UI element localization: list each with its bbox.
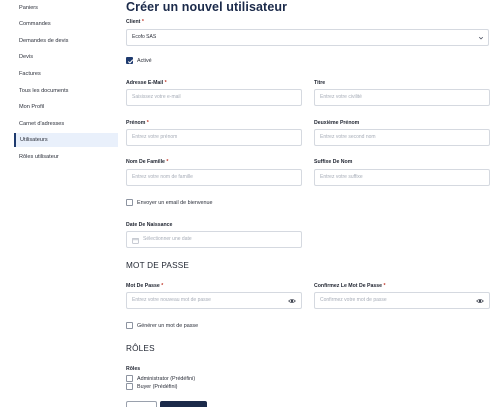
check-icon — [127, 59, 134, 64]
active-label: Activé — [137, 58, 152, 64]
calendar-icon — [132, 238, 139, 244]
welcome-email-checkbox[interactable] — [126, 199, 133, 206]
password-section-title: MOT DE PASSE — [126, 261, 190, 270]
create-button[interactable] — [160, 401, 207, 407]
sidebar-item-paniers[interactable]: Paniers — [14, 1, 118, 15]
email-label: Adresse E-Mail * — [126, 80, 167, 86]
confirm-password-label: Confirmez Le Mot De Passe * — [314, 283, 386, 289]
roles-label: Rôles — [126, 366, 141, 372]
nom-label: Nom De Famille * — [126, 159, 169, 165]
role-administrator-checkbox[interactable] — [126, 375, 133, 382]
sidebar-item-tous-les-documents[interactable]: Tous les documents — [14, 84, 118, 98]
role-buyer-checkbox[interactable] — [126, 383, 133, 390]
titre-field[interactable]: Entrez votre civilité — [314, 89, 490, 106]
generate-password-label: Générer un mot de passe — [137, 323, 199, 329]
titre-label: Titre — [314, 80, 326, 86]
suffixe-field[interactable]: Entrez votre suffixe — [314, 169, 490, 186]
naissance-field[interactable]: Sélectionner une date — [126, 231, 302, 248]
client-select[interactable]: Ecofo SAS — [126, 29, 489, 46]
prenom-field[interactable]: Entrez votre prénom — [126, 129, 302, 146]
sidebar-item-carnet-d-adresses[interactable]: Carnet d'adresses — [14, 117, 118, 131]
roles-section-title: RÔLES — [126, 344, 155, 353]
naissance-label: Date De Naissance — [126, 222, 173, 228]
prenom-label: Prénom * — [126, 120, 149, 126]
chevron-down-icon — [478, 36, 484, 40]
email-field[interactable]: Saisissez votre e-mail — [126, 89, 302, 106]
welcome-email-label: Envoyer un email de bienvenue — [137, 200, 213, 206]
deuxieme-prenom-label: Deuxième Prénom — [314, 120, 360, 126]
sidebar-item-factures[interactable]: Factures — [14, 67, 118, 81]
naissance-placeholder: Sélectionner une date — [143, 236, 192, 242]
eye-icon[interactable] — [476, 297, 484, 305]
confirm-password-field[interactable]: Confirmez votre mot de passe — [314, 292, 490, 309]
role-administrator-label: Administrator (Prédéfini) — [137, 376, 196, 382]
client-select-value: Ecofo SAS — [132, 34, 157, 40]
sidebar-item-devis[interactable]: Devis — [14, 50, 118, 64]
main-content: Créer un nouvel utilisateur Client * Eco… — [126, 0, 500, 407]
password-placeholder: Entrez votre nouveau mot de passe — [132, 297, 211, 303]
generate-password-checkbox[interactable] — [126, 322, 133, 329]
password-label: Mot De Passe * — [126, 283, 164, 289]
suffixe-label: Suffixe De Nom — [314, 159, 353, 165]
sidebar-item-mon-profil[interactable]: Mon Profil — [14, 100, 118, 114]
sidebar-item-commandes[interactable]: Commandes — [14, 17, 118, 31]
password-field[interactable]: Entrez votre nouveau mot de passe — [126, 292, 302, 309]
active-checkbox[interactable] — [126, 57, 134, 64]
confirm-password-placeholder: Confirmez votre mot de passe — [320, 297, 387, 303]
sidebar-item-roles-utilisateur[interactable]: Rôles utilisateur — [14, 150, 118, 164]
role-buyer-label: Buyer (Prédéfini) — [137, 384, 178, 390]
nom-field[interactable]: Entrez votre nom de famille — [126, 169, 302, 186]
sidebar-item-utilisateurs[interactable]: Utilisateurs — [14, 133, 118, 147]
page-title: Créer un nouvel utilisateur — [126, 0, 288, 14]
client-label: Client * — [126, 19, 144, 25]
deuxieme-prenom-field[interactable]: Entrez votre second nom — [314, 129, 490, 146]
cancel-button[interactable] — [126, 401, 157, 407]
eye-icon[interactable] — [288, 297, 296, 305]
sidebar: Paniers Commandes Demandes de devis Devi… — [0, 0, 118, 407]
sidebar-item-demandes-de-devis[interactable]: Demandes de devis — [14, 34, 118, 48]
